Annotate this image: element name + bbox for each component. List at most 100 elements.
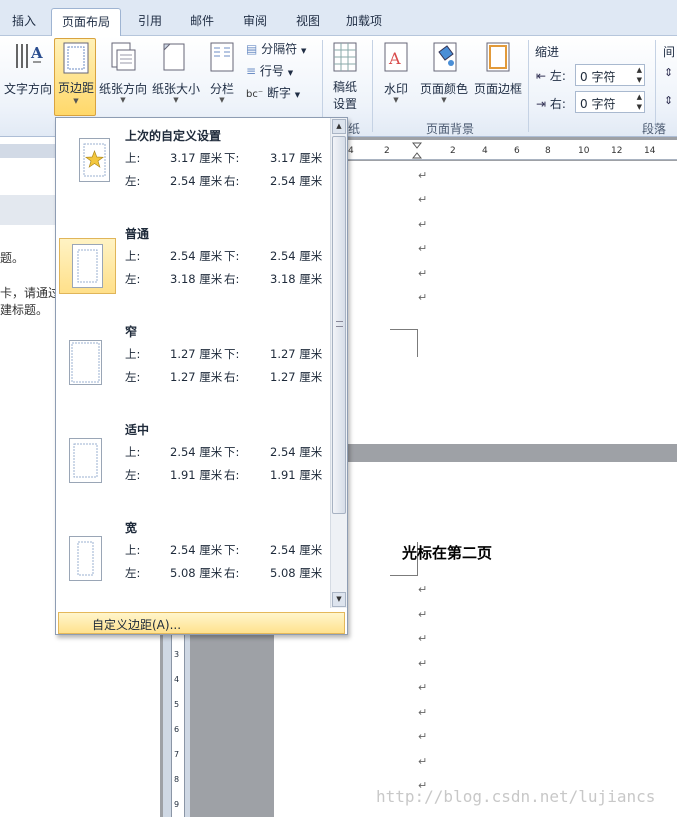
- custom-margins-button[interactable]: 自定义边距(A)...: [58, 612, 345, 634]
- ruler-tick-label: 4: [174, 675, 180, 684]
- svg-text:A: A: [30, 44, 43, 62]
- tab-addins[interactable]: 加载项: [346, 12, 382, 29]
- ruler-tick-label: 10: [578, 146, 590, 156]
- tab-review[interactable]: 审阅: [243, 12, 267, 29]
- group-label-page-background: 页面背景: [426, 122, 475, 136]
- spacing-label: 间: [663, 45, 676, 59]
- spacing-before-icon[interactable]: ⇕: [664, 66, 673, 79]
- ribbon-tab-bar: 插入 页面布局 引用 邮件 审阅 视图 加载项: [0, 0, 677, 37]
- page-preview-icon: [69, 536, 102, 581]
- group-separator: [528, 40, 529, 132]
- indent-right-input[interactable]: 0 字符 ▲ ▼: [575, 91, 645, 113]
- horizontal-ruler: 4 2 2 4 6 8 10 12 14: [346, 140, 677, 160]
- spinner-arrows-icon[interactable]: ▲ ▼: [637, 92, 642, 112]
- margin-option-normal[interactable]: 普通 上: 2.54 厘米 下: 2.54 厘米 左: 3.18 厘米 右: 3…: [56, 216, 331, 314]
- paragraph-mark: ↵: [418, 193, 428, 206]
- margin-option-moderate[interactable]: 适中 上: 2.54 厘米 下: 2.54 厘米 左: 1.91 厘米 右: 1…: [56, 412, 331, 510]
- columns-button[interactable]: 分栏 ▼: [204, 38, 240, 112]
- tab-mailings[interactable]: 邮件: [190, 12, 214, 29]
- hyphenation-icon: bc⁻: [246, 89, 264, 100]
- paragraph-mark: ↵: [418, 706, 428, 719]
- page-color-button[interactable]: 页面颜色 ▼: [418, 38, 470, 112]
- manuscript-settings-button[interactable]: 稿纸 设置: [328, 38, 362, 114]
- scroll-up-icon[interactable]: ▲: [332, 119, 346, 134]
- indent-left-label: ⇤ 左:: [536, 69, 566, 83]
- spinner-arrows-icon[interactable]: ▲ ▼: [637, 65, 642, 85]
- line-numbers-icon: ≡: [246, 64, 257, 78]
- ruler-tick-label: 2: [384, 146, 390, 156]
- ruler-tick-label: 6: [174, 725, 180, 734]
- margin-crop-mark: [390, 329, 418, 357]
- chevron-down-icon: ▼: [120, 96, 126, 104]
- ruler-tick-label: 3: [174, 650, 180, 659]
- chevron-down-icon: ▼: [219, 96, 225, 104]
- nav-pane-text: 题。: [0, 251, 25, 265]
- paragraph-mark: ↵: [418, 755, 428, 768]
- grip-icon: [336, 321, 343, 327]
- page-borders-icon: [486, 42, 510, 72]
- orientation-button[interactable]: 纸张方向 ▼: [98, 38, 148, 112]
- margins-button[interactable]: 页边距 ▼: [54, 38, 96, 116]
- page-preview-icon: [72, 244, 103, 288]
- page-preview-icon: [69, 438, 102, 483]
- page-2-text: 光标在第二页: [402, 544, 493, 562]
- dropdown-scrollbar[interactable]: ▲ ▼: [330, 118, 347, 608]
- svg-text:A: A: [388, 49, 401, 68]
- page-preview-icon: [69, 340, 102, 385]
- orientation-icon: [111, 42, 136, 71]
- chevron-down-icon: ▼: [73, 97, 79, 105]
- indent-right-label: ⇥ 右:: [536, 97, 566, 111]
- ruler-tick-label: 8: [174, 775, 180, 784]
- paragraph-mark: ↵: [418, 169, 428, 182]
- margin-option-narrow[interactable]: 窄 上: 1.27 厘米 下: 1.27 厘米 左: 1.27 厘米 右: 1.…: [56, 314, 331, 412]
- paragraph-mark: ↵: [418, 632, 428, 645]
- page-preview-icon: [79, 138, 110, 182]
- page-borders-button[interactable]: 页面边框: [472, 38, 524, 112]
- indent-left-icon: ⇤: [536, 69, 547, 83]
- indent-left-input[interactable]: 0 字符 ▲ ▼: [575, 64, 645, 86]
- document-page-1[interactable]: ↵ ↵ ↵ ↵ ↵ ↵: [346, 161, 677, 444]
- paragraph-mark: ↵: [418, 291, 428, 304]
- indent-right-icon: ⇥: [536, 97, 547, 111]
- group-label-manuscript: 纸: [348, 122, 361, 136]
- scroll-down-icon[interactable]: ▼: [332, 592, 346, 607]
- margins-icon: [63, 42, 89, 74]
- scrollbar-thumb[interactable]: [332, 136, 346, 514]
- tab-insert[interactable]: 插入: [12, 12, 36, 29]
- breaks-button[interactable]: ▤ 分隔符 ▼: [246, 40, 306, 57]
- tab-references[interactable]: 引用: [138, 12, 162, 29]
- indent-label: 缩进: [535, 45, 560, 59]
- indent-marker-icon[interactable]: [412, 142, 422, 159]
- text-direction-button[interactable]: A 文字方向: [2, 38, 52, 112]
- ruler-tick-label: 4: [482, 146, 488, 156]
- text-direction-icon: A: [16, 44, 43, 68]
- watermark-button[interactable]: A 水印 ▼: [378, 38, 414, 112]
- paper-size-icon: [163, 43, 185, 71]
- ruler-tick-label: 9: [174, 800, 180, 809]
- ruler-tick-label: 12: [611, 146, 623, 156]
- group-separator: [372, 40, 373, 132]
- tab-view[interactable]: 视图: [296, 12, 320, 29]
- size-button[interactable]: 纸张大小 ▼: [150, 38, 202, 112]
- margin-option-last-custom[interactable]: 上次的自定义设置 上: 3.17 厘米 下: 3.17 厘米 左: 2.54 厘…: [56, 118, 331, 216]
- paragraph-mark: ↵: [418, 608, 428, 621]
- group-separator: [655, 40, 656, 132]
- line-numbers-button[interactable]: ≡ 行号 ▼: [246, 62, 293, 79]
- hyphenation-button[interactable]: bc⁻ 断字 ▼: [246, 84, 300, 101]
- star-icon: [85, 150, 104, 168]
- chevron-down-icon: ▼: [173, 96, 179, 104]
- ruler-tick-label: 8: [545, 146, 551, 156]
- ruler-tick-label: 6: [514, 146, 520, 156]
- ruler-tick-label: 7: [174, 750, 180, 759]
- paragraph-mark: ↵: [418, 730, 428, 743]
- chevron-down-icon: ▼: [441, 96, 447, 104]
- ruler-tick-label: 4: [348, 146, 354, 156]
- ruler-tick-label: 2: [450, 146, 456, 156]
- margin-option-wide[interactable]: 宽 上: 2.54 厘米 下: 2.54 厘米 左: 5.08 厘米 右: 5.…: [56, 510, 331, 608]
- spacing-after-icon[interactable]: ⇕: [664, 94, 673, 107]
- blog-watermark: http://blog.csdn.net/lujiancs: [376, 787, 656, 806]
- tab-page-layout[interactable]: 页面布局: [51, 8, 122, 37]
- ruler-tick-label: 14: [644, 146, 656, 156]
- paragraph-mark: ↵: [418, 267, 428, 280]
- nav-pane-text: 建标题。: [0, 303, 49, 317]
